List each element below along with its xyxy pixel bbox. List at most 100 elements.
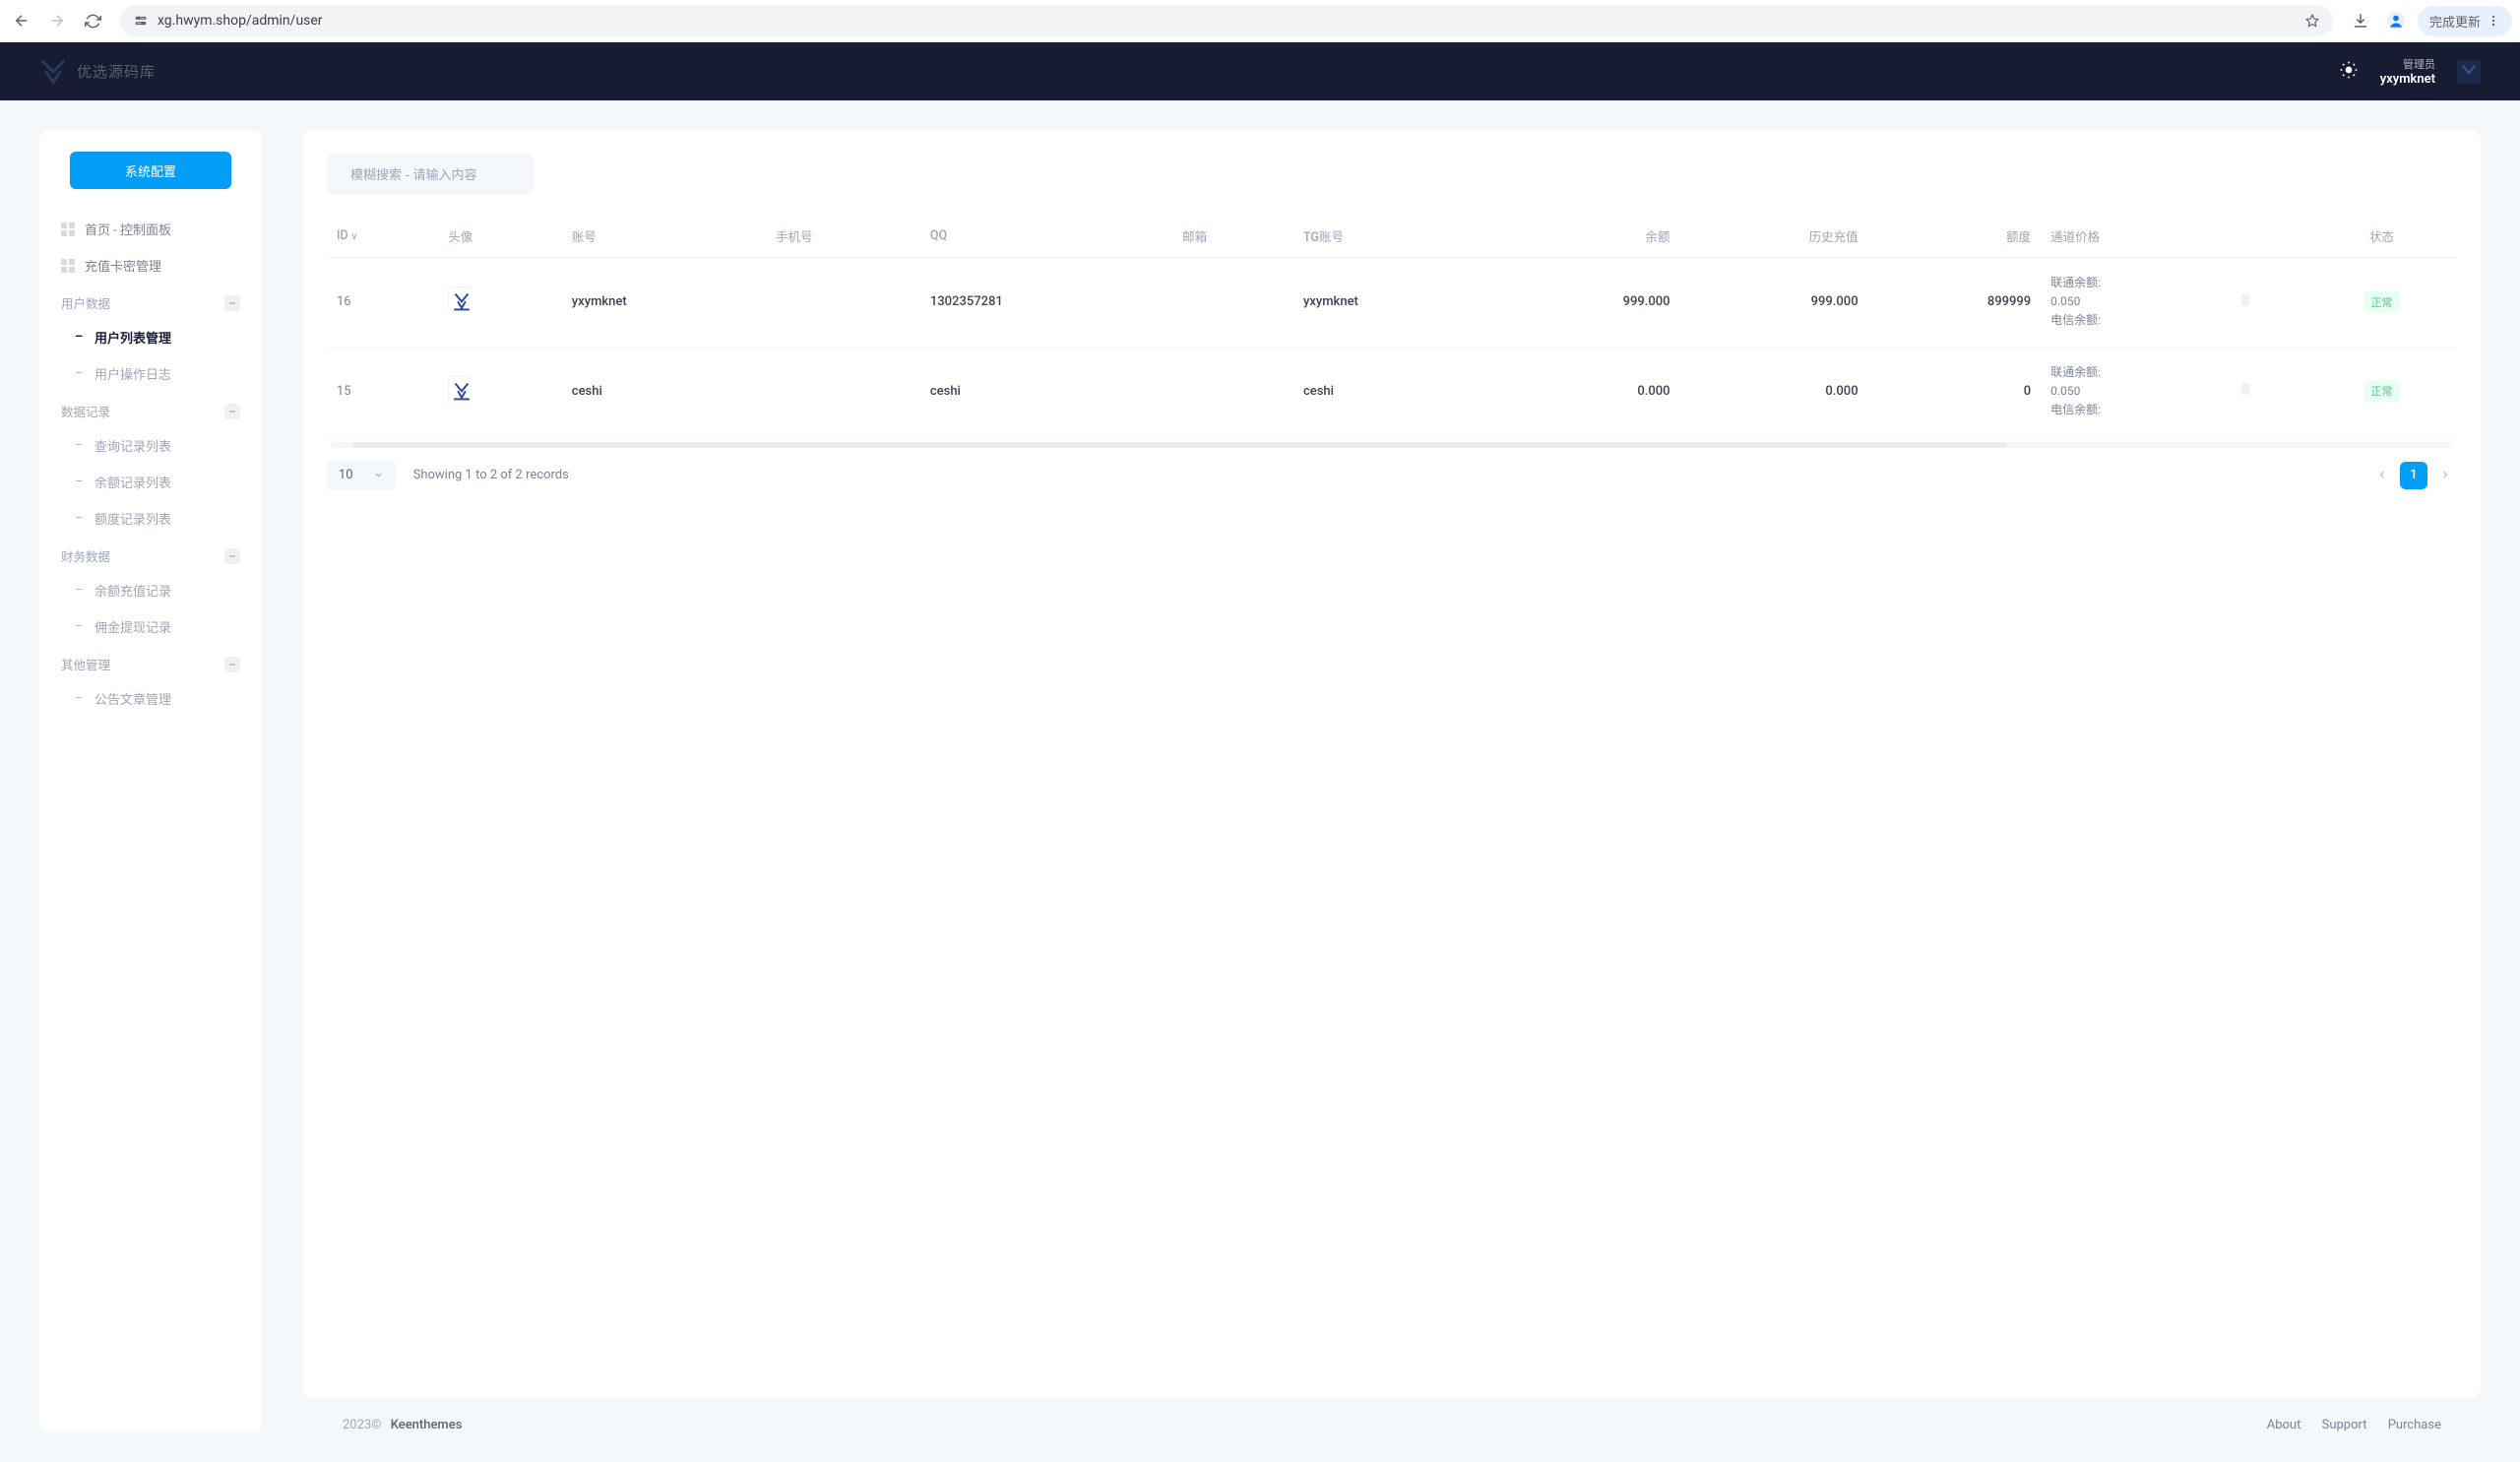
table-container: ID 头像 账号 手机号 QQ 邮箱 TG账号 余额 历史充值 额度 通道价格 … [327,215,2457,448]
logo-icon [39,58,67,86]
cell-quota: 899999 [1868,258,2042,348]
cell-qq: 1302357281 [920,258,1172,348]
sidebar: 系统配置 首页 - 控制面板 充值卡密管理 用户数据– 用户列表管理 用户操作日… [39,130,262,1432]
profile-icon[interactable] [2382,7,2410,34]
cell-tg: yxymknet [1293,258,1497,348]
sidebar-item-user-log[interactable]: 用户操作日志 [57,355,244,392]
collapse-icon: – [224,295,240,311]
cell-id: 15 [327,347,438,436]
horizontal-scrollbar[interactable] [331,442,2453,448]
disabled-icon [2241,383,2249,395]
cell-tg: ceshi [1293,347,1497,436]
col-balance[interactable]: 余额 [1497,215,1679,258]
cell-disabled-icon [2232,347,2306,436]
page-size-select[interactable]: 10 [327,460,396,490]
browser-toolbar: xg.hwym.shop/admin/user 完成更新 [0,0,2520,42]
section-other[interactable]: 其他管理– [57,645,244,680]
footer-purchase[interactable]: Purchase [2388,1418,2441,1432]
sidebar-item-dashboard[interactable]: 首页 - 控制面板 [57,211,244,247]
address-bar[interactable]: xg.hwym.shop/admin/user [120,5,2333,36]
star-icon[interactable] [2305,14,2319,28]
col-history[interactable]: 历史充值 [1680,215,1868,258]
cell-phone [766,258,920,348]
table-row[interactable]: 16 yxymknet 1302357281 yxymknet 999.000 … [327,258,2457,348]
cell-account: ceshi [562,347,766,436]
back-button[interactable] [8,7,35,34]
user-avatar[interactable] [2457,60,2481,84]
table-row[interactable]: 15 ceshi ceshi ceshi 0.000 0.000 0 联通余额:… [327,347,2457,436]
cell-disabled-icon [2232,258,2306,348]
main-layout: 系统配置 首页 - 控制面板 充值卡密管理 用户数据– 用户列表管理 用户操作日… [0,100,2520,1462]
url-text: xg.hwym.shop/admin/user [158,13,2296,29]
col-id[interactable]: ID [327,215,438,258]
col-tg[interactable]: TG账号 [1293,215,1497,258]
site-settings-icon [134,14,148,28]
cell-history: 999.000 [1680,258,1868,348]
brand-logo[interactable]: 优选源码库 [39,58,156,86]
forward-button[interactable] [43,7,71,34]
content-panel: ID 头像 账号 手机号 QQ 邮箱 TG账号 余额 历史充值 额度 通道价格 … [303,130,2481,1398]
cell-phone [766,347,920,436]
kebab-icon [2487,14,2500,28]
col-account[interactable]: 账号 [562,215,766,258]
footer-about[interactable]: About [2267,1418,2301,1432]
cell-channel: 联通余额:0.050电信余额: [2041,347,2232,436]
avatar-icon [448,286,473,312]
col-avatar[interactable]: 头像 [438,215,562,258]
avatar-icon [448,376,473,402]
page-1[interactable]: 1 [2400,462,2427,489]
sidebar-item-recharge-records[interactable]: 余额充值记录 [57,572,244,608]
section-user-data[interactable]: 用户数据– [57,284,244,319]
col-status[interactable]: 状态 [2306,215,2457,258]
reload-button[interactable] [79,7,106,34]
collapse-icon: – [224,548,240,564]
pagination: 10 Showing 1 to 2 of 2 records 1 [327,460,2457,490]
app-header: 优选源码库 管理员 yxymknet [0,42,2520,100]
page-prev[interactable] [2370,460,2394,490]
sidebar-item-balance-records[interactable]: 余额记录列表 [57,464,244,500]
cell-avatar [438,347,562,436]
cell-status: 正常 [2306,347,2457,436]
search-input[interactable] [350,167,524,182]
sidebar-item-quota-records[interactable]: 额度记录列表 [57,500,244,537]
cell-balance: 0.000 [1497,347,1679,436]
table-header-row: ID 头像 账号 手机号 QQ 邮箱 TG账号 余额 历史充值 额度 通道价格 … [327,215,2457,258]
collapse-icon: – [224,657,240,672]
cell-balance: 999.000 [1497,258,1679,348]
collapse-icon: – [224,404,240,419]
sidebar-item-withdrawal-records[interactable]: 佣金提现记录 [57,608,244,645]
cell-quota: 0 [1868,347,2042,436]
col-email[interactable]: 邮箱 [1172,215,1293,258]
page-next[interactable] [2433,460,2457,490]
section-data-records[interactable]: 数据记录– [57,392,244,427]
system-config-button[interactable]: 系统配置 [70,152,231,189]
cell-email [1172,347,1293,436]
footer: 2023© Keenthemes About Support Purchase [303,1398,2481,1432]
user-menu[interactable]: 管理员 yxymknet [2380,56,2435,87]
col-quota[interactable]: 额度 [1868,215,2042,258]
sidebar-item-user-list[interactable]: 用户列表管理 [57,319,244,355]
col-phone[interactable]: 手机号 [766,215,920,258]
search-bar [327,154,534,195]
update-button[interactable]: 完成更新 [2418,6,2512,36]
sidebar-item-query-records[interactable]: 查询记录列表 [57,427,244,464]
chevron-down-icon [373,470,384,480]
section-finance[interactable]: 财务数据– [57,537,244,572]
theme-toggle[interactable] [2339,60,2359,84]
grid-icon [61,259,75,273]
sidebar-item-recharge[interactable]: 充值卡密管理 [57,247,244,284]
status-badge: 正常 [2364,291,2400,313]
cell-id: 16 [327,258,438,348]
cell-channel: 联通余额:0.050电信余额: [2041,258,2232,348]
sidebar-item-announcements[interactable]: 公告文章管理 [57,680,244,717]
footer-support[interactable]: Support [2322,1418,2367,1432]
users-table: ID 头像 账号 手机号 QQ 邮箱 TG账号 余额 历史充值 额度 通道价格 … [327,215,2457,436]
cell-avatar [438,258,562,348]
downloads-icon[interactable] [2347,7,2374,34]
cell-history: 0.000 [1680,347,1868,436]
cell-email [1172,258,1293,348]
col-channel[interactable]: 通道价格 [2041,215,2232,258]
status-badge: 正常 [2364,380,2400,402]
cell-qq: ceshi [920,347,1172,436]
col-qq[interactable]: QQ [920,215,1172,258]
